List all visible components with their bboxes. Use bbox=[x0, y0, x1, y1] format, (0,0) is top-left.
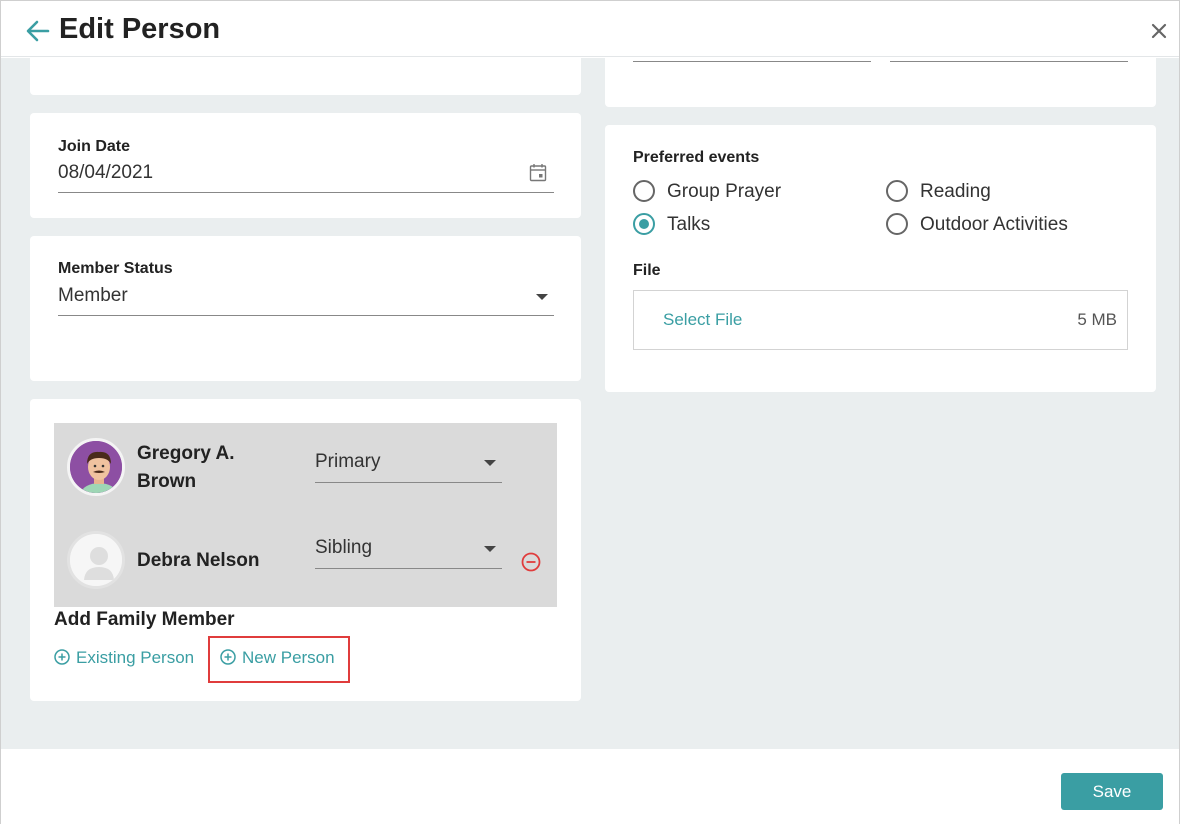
add-circle-icon bbox=[54, 649, 70, 665]
radio-group-prayer[interactable] bbox=[633, 180, 655, 202]
radio-talks[interactable] bbox=[633, 213, 655, 235]
dialog-header: Edit Person bbox=[1, 1, 1179, 57]
existing-person-label: Existing Person bbox=[76, 648, 195, 667]
chevron-down-icon bbox=[536, 294, 548, 300]
edit-person-dialog: Edit Person Join Date 08/04/2021 Member … bbox=[0, 0, 1180, 824]
previous-fields-card bbox=[605, 58, 1156, 107]
chevron-down-icon bbox=[484, 460, 496, 466]
form-scroll-area[interactable]: Join Date 08/04/2021 Member Status Membe… bbox=[1, 58, 1179, 749]
radio-label: Group Prayer bbox=[667, 181, 782, 202]
join-date-label: Join Date bbox=[58, 138, 131, 155]
member-name: Gregory A. Brown bbox=[137, 440, 235, 496]
join-date-card: Join Date 08/04/2021 bbox=[30, 113, 581, 218]
new-person-label: New Person bbox=[242, 648, 335, 667]
preferred-events-label: Preferred events bbox=[633, 149, 760, 166]
preferences-card: Preferred events Group Prayer Reading Ta… bbox=[605, 125, 1156, 392]
join-date-underline bbox=[58, 192, 554, 193]
radio-label: Outdoor Activities bbox=[920, 214, 1068, 235]
member-name-line1: Gregory A. bbox=[137, 443, 235, 464]
member-status-underline bbox=[58, 315, 554, 316]
relation-underline bbox=[315, 482, 502, 483]
field-underline bbox=[633, 61, 871, 62]
back-arrow-icon[interactable] bbox=[25, 18, 51, 44]
avatar bbox=[67, 438, 125, 496]
select-file-link[interactable]: Select File bbox=[663, 310, 742, 330]
family-member-row: Gregory A. Brown Primary bbox=[54, 423, 557, 519]
dialog-footer: Save bbox=[1, 749, 1179, 824]
file-label: File bbox=[633, 262, 661, 279]
relation-select[interactable]: Primary bbox=[315, 449, 502, 483]
file-upload-box[interactable]: Select File 5 MB bbox=[633, 290, 1128, 350]
chevron-down-icon bbox=[484, 546, 496, 552]
page-title: Edit Person bbox=[59, 13, 221, 45]
radio-label: Reading bbox=[920, 181, 991, 202]
add-circle-icon bbox=[220, 649, 236, 665]
family-members-list: Gregory A. Brown Primary Debra Nelson Si… bbox=[54, 423, 557, 607]
member-status-select[interactable]: Member bbox=[58, 282, 554, 316]
member-name: Debra Nelson bbox=[137, 550, 260, 571]
radio-outdoor-activities[interactable] bbox=[886, 213, 908, 235]
relation-select[interactable]: Sibling bbox=[315, 535, 502, 569]
join-date-input[interactable]: 08/04/2021 bbox=[58, 162, 153, 184]
close-icon[interactable] bbox=[1150, 22, 1168, 40]
save-button[interactable]: Save bbox=[1061, 773, 1163, 810]
previous-field-card bbox=[30, 58, 581, 95]
member-name-line2: Brown bbox=[137, 471, 197, 492]
new-person-link[interactable]: New Person bbox=[220, 648, 340, 670]
add-family-member-heading: Add Family Member bbox=[54, 609, 235, 630]
remove-member-icon[interactable] bbox=[521, 552, 541, 572]
member-status-label: Member Status bbox=[58, 260, 173, 277]
user-placeholder-icon bbox=[70, 534, 122, 586]
field-underline bbox=[890, 61, 1128, 62]
man-avatar-icon bbox=[70, 441, 122, 493]
relation-value: Primary bbox=[315, 451, 381, 472]
file-size-limit: 5 MB bbox=[1077, 310, 1117, 329]
radio-reading[interactable] bbox=[886, 180, 908, 202]
member-status-value: Member bbox=[58, 285, 128, 306]
radio-label: Talks bbox=[667, 214, 711, 235]
relation-underline bbox=[315, 568, 502, 569]
calendar-icon[interactable] bbox=[529, 163, 547, 182]
relation-value: Sibling bbox=[315, 537, 373, 558]
avatar bbox=[67, 531, 125, 589]
member-status-card: Member Status Member bbox=[30, 236, 581, 381]
family-member-row: Debra Nelson Sibling bbox=[54, 519, 557, 607]
